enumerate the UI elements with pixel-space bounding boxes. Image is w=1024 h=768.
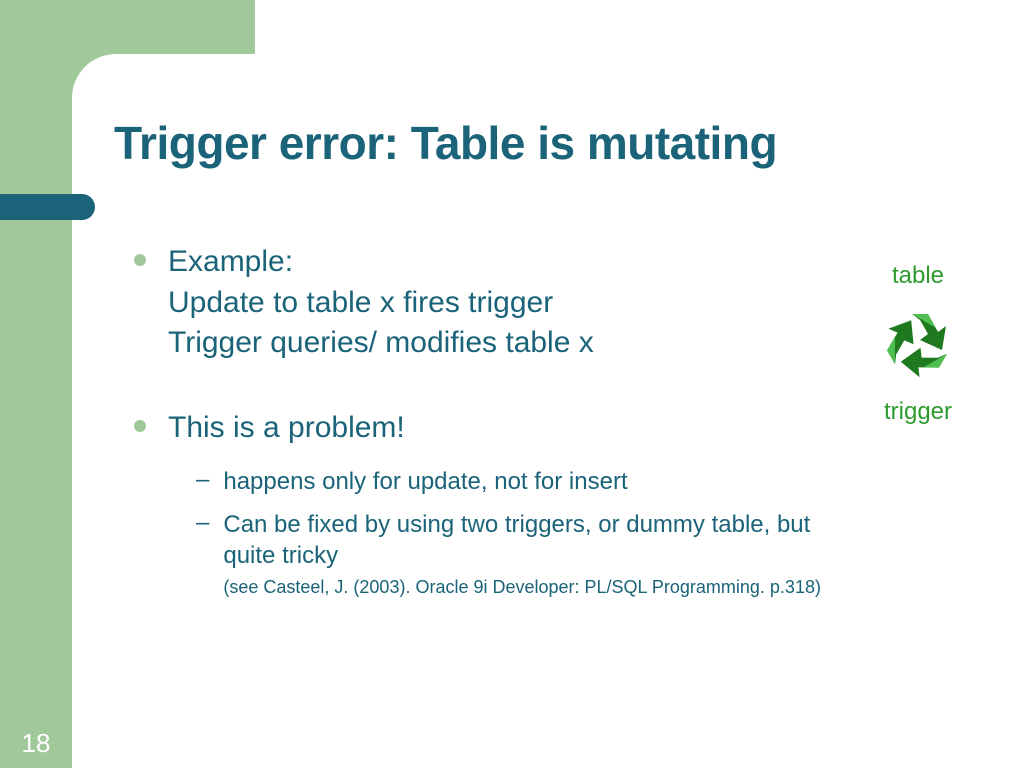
bullet-text: This is a problem! <box>168 408 405 449</box>
bullet-item: Example: Update to table x fires trigger… <box>134 242 854 364</box>
sub-bullet-text: Can be fixed by using two triggers, or d… <box>223 509 854 571</box>
bullet-text: Example: Update to table x fires trigger… <box>168 242 594 364</box>
dash-icon: – <box>196 509 209 599</box>
bullet-dot-icon <box>134 254 146 266</box>
accent-bar <box>0 194 95 220</box>
dash-icon: – <box>196 466 209 497</box>
sub-bullet-text: happens only for update, not for insert <box>223 466 627 497</box>
citation-text: (see Casteel, J. (2003). Oracle 9i Devel… <box>223 576 854 599</box>
sub-bullet-list: – happens only for update, not for inser… <box>196 466 854 599</box>
sub-bullet-item: – Can be fixed by using two triggers, or… <box>196 509 854 599</box>
graphic-label-bottom: trigger <box>858 398 978 426</box>
page-number: 18 <box>0 718 72 768</box>
recycle-icon <box>868 294 968 394</box>
bullet-dot-icon <box>134 420 146 432</box>
slide-content: Example: Update to table x fires trigger… <box>134 242 854 611</box>
graphic-label-top: table <box>858 262 978 290</box>
sub-bullet-item: – happens only for update, not for inser… <box>196 466 854 497</box>
recycle-graphic: table trigger <box>858 262 978 426</box>
slide-title: Trigger error: Table is mutating <box>114 116 777 170</box>
bullet-item: This is a problem! <box>134 408 854 449</box>
